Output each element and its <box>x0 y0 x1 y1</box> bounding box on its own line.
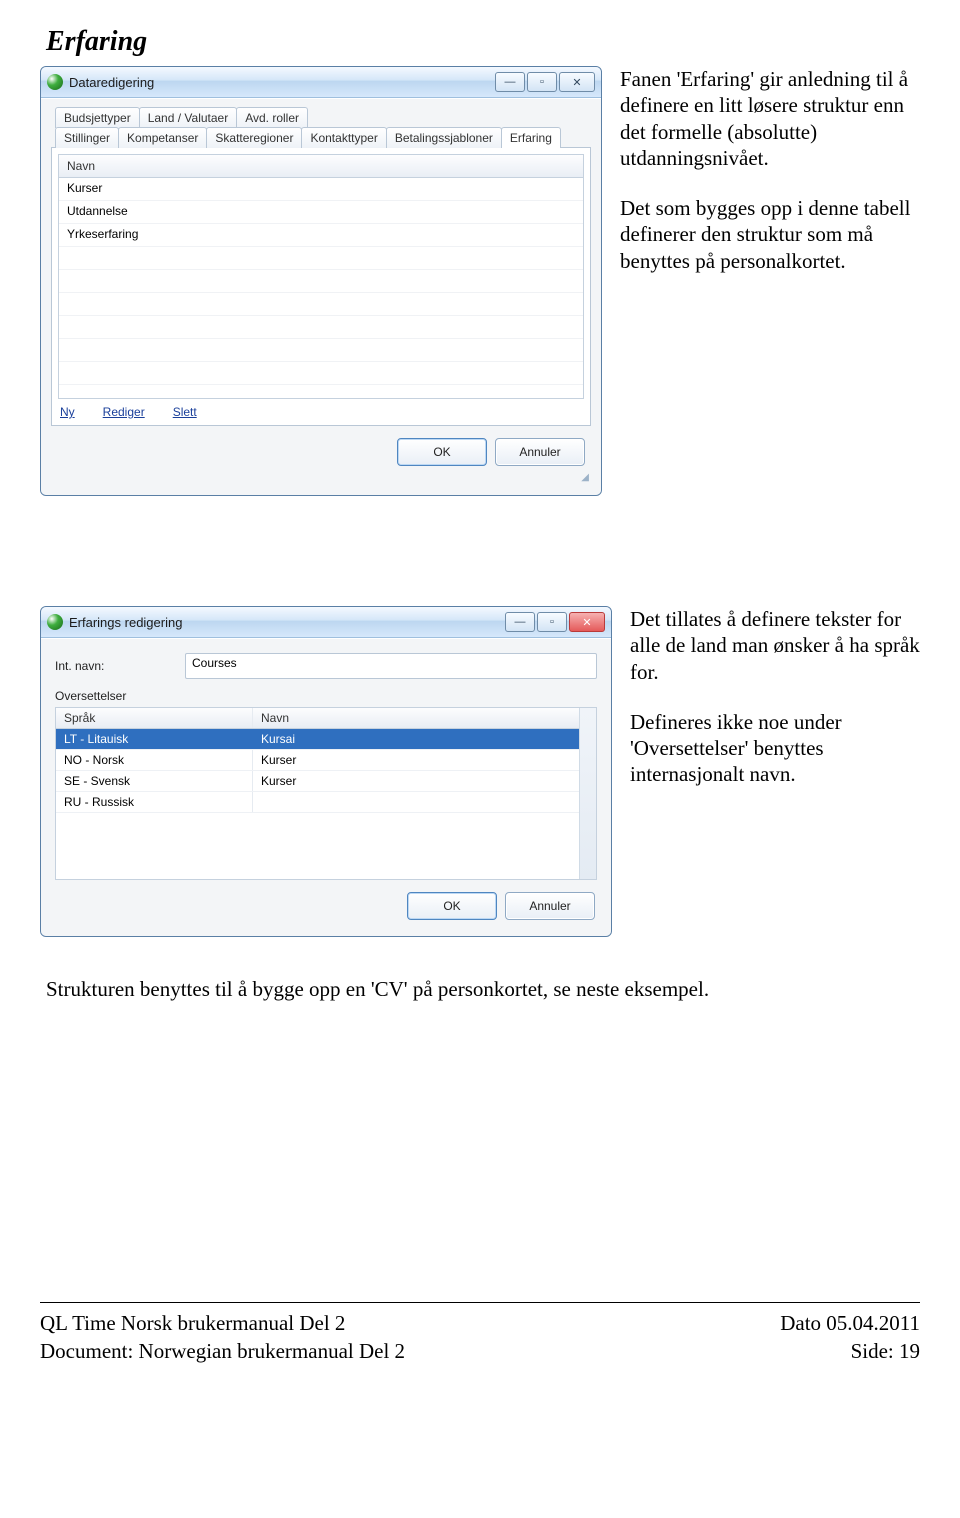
body-text: Fanen 'Erfaring' gir anledning til å def… <box>620 66 920 171</box>
close-button[interactable]: ✕ <box>569 612 605 632</box>
titlebar: Erfarings redigering — ▫ ✕ <box>41 607 611 638</box>
oversettelser-grid: Språk Navn LT - Litauisk Kursai NO - Nor… <box>55 707 597 880</box>
body-text: Strukturen benyttes til å bygge opp en '… <box>46 977 920 1002</box>
tab-kompetanser[interactable]: Kompetanser <box>118 127 207 148</box>
list-item[interactable]: Utdannelse <box>59 201 583 224</box>
list-item[interactable] <box>59 362 583 385</box>
table-row[interactable]: RU - Russisk <box>56 792 579 813</box>
body-text: Det tillates å definere tekster for alle… <box>630 606 920 685</box>
slett-link[interactable]: Slett <box>173 405 197 419</box>
intnavn-input[interactable]: Courses <box>185 653 597 679</box>
scrollbar[interactable] <box>579 708 596 879</box>
cell-lang: SE - Svensk <box>56 771 253 791</box>
globe-icon <box>47 74 63 90</box>
col-header-navn[interactable]: Navn <box>253 708 579 728</box>
globe-icon <box>47 614 63 630</box>
table-row[interactable]: LT - Litauisk Kursai <box>56 729 579 750</box>
cancel-button[interactable]: Annuler <box>505 892 595 920</box>
window-title: Erfarings redigering <box>69 615 182 630</box>
tab-budsjettyper[interactable]: Budsjettyper <box>55 107 140 128</box>
cell-name: Kurser <box>253 750 579 770</box>
list-item[interactable] <box>59 339 583 362</box>
minimize-button[interactable]: — <box>495 72 525 92</box>
table-row[interactable]: SE - Svensk Kurser <box>56 771 579 792</box>
rediger-link[interactable]: Rediger <box>103 405 145 419</box>
erfaring-grid: Navn Kurser Utdannelse Yrkeserfaring <box>58 154 584 399</box>
titlebar: Dataredigering — ▫ ✕ <box>41 67 601 98</box>
page-title: Erfaring <box>46 26 920 58</box>
erfarings-redigering-window: Erfarings redigering — ▫ ✕ Int. navn: Co… <box>40 606 612 937</box>
list-item[interactable] <box>59 385 583 398</box>
window-title: Dataredigering <box>69 75 154 90</box>
tab-kontakttyper[interactable]: Kontakttyper <box>301 127 386 148</box>
tab-stillinger[interactable]: Stillinger <box>55 127 119 148</box>
tab-skatteregioner[interactable]: Skatteregioner <box>206 127 302 148</box>
footer-right-2: Side: 19 <box>780 1337 920 1365</box>
footer-left-1: QL Time Norsk brukermanual Del 2 <box>40 1309 405 1337</box>
oversettelser-label: Oversettelser <box>55 689 597 703</box>
ny-link[interactable]: Ny <box>60 405 75 419</box>
table-row[interactable]: NO - Norsk Kurser <box>56 750 579 771</box>
minimize-button[interactable]: — <box>505 612 535 632</box>
cell-lang: NO - Norsk <box>56 750 253 770</box>
maximize-button[interactable]: ▫ <box>537 612 567 632</box>
footer-right-1: Dato 05.04.2011 <box>780 1309 920 1337</box>
close-button[interactable]: ✕ <box>559 72 595 92</box>
cell-lang: RU - Russisk <box>56 792 253 812</box>
list-item[interactable] <box>59 270 583 293</box>
list-item[interactable]: Yrkeserfaring <box>59 224 583 247</box>
list-item[interactable] <box>59 293 583 316</box>
cell-name <box>253 799 579 805</box>
tab-avd-roller[interactable]: Avd. roller <box>236 107 308 128</box>
list-item[interactable] <box>59 316 583 339</box>
list-item[interactable]: Kurser <box>59 178 583 201</box>
grid-header-navn[interactable]: Navn <box>59 155 583 178</box>
cell-lang: LT - Litauisk <box>56 729 253 749</box>
cell-name: Kurser <box>253 771 579 791</box>
page-footer: QL Time Norsk brukermanual Del 2 Documen… <box>40 1302 920 1396</box>
footer-left-2: Document: Norwegian brukermanual Del 2 <box>40 1337 405 1365</box>
tab-panel-erfaring: Navn Kurser Utdannelse Yrkeserfaring <box>51 147 591 426</box>
list-item[interactable] <box>59 247 583 270</box>
resize-grip-icon[interactable]: ◢ <box>51 472 591 485</box>
tab-betalingssjabloner[interactable]: Betalingssjabloner <box>386 127 502 148</box>
tab-land-valutaer[interactable]: Land / Valutaer <box>139 107 238 128</box>
body-text: Det som bygges opp i denne tabell define… <box>620 195 920 274</box>
intnavn-label: Int. navn: <box>55 659 175 673</box>
cell-name: Kursai <box>253 729 579 749</box>
body-text: Defineres ikke noe under 'Oversettelser'… <box>630 709 920 788</box>
ok-button[interactable]: OK <box>397 438 487 466</box>
col-header-sprak[interactable]: Språk <box>56 708 253 728</box>
cancel-button[interactable]: Annuler <box>495 438 585 466</box>
ok-button[interactable]: OK <box>407 892 497 920</box>
tab-erfaring[interactable]: Erfaring <box>501 127 561 148</box>
maximize-button[interactable]: ▫ <box>527 72 557 92</box>
dataredigering-window: Dataredigering — ▫ ✕ Budsjettyper Land /… <box>40 66 602 496</box>
